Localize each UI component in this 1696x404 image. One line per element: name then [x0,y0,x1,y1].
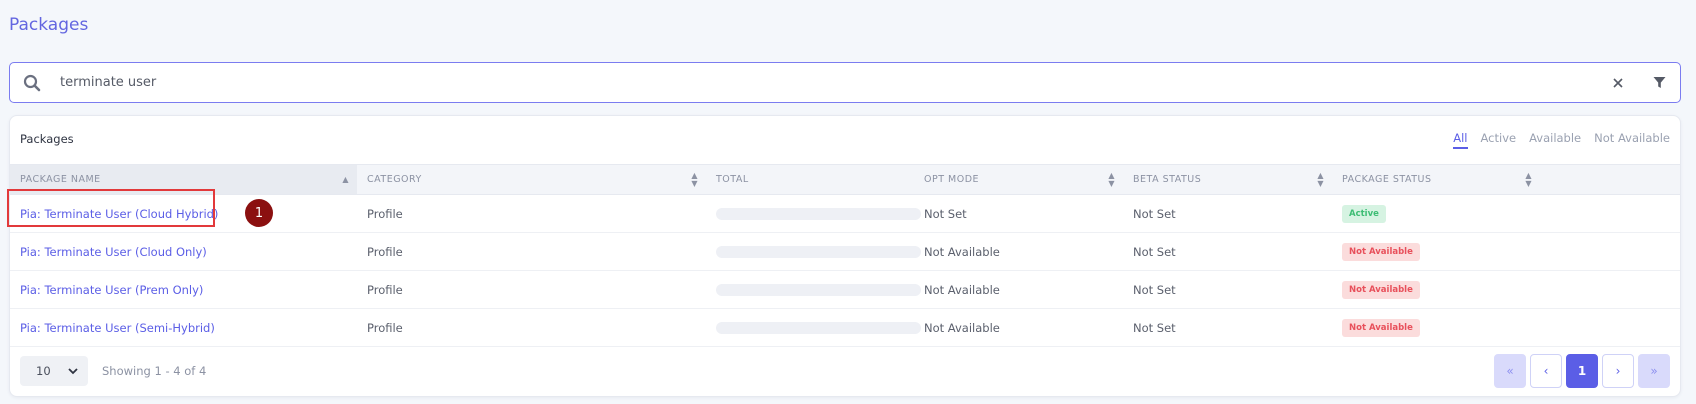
status-tabs: All Active Available Not Available [1453,131,1670,149]
total-progress-bar [716,245,921,258]
total-progress-bar [716,207,921,220]
category-cell: Profile [367,282,403,297]
next-page-button[interactable]: › [1602,354,1634,388]
total-cell [706,195,921,232]
table-footer: 10 Showing 1 - 4 of 4 « ‹ 1 › » [10,346,1680,396]
step-marker: 1 [245,199,273,227]
package-status-cell: Active [1332,195,1386,232]
beta-status-cell: Not Set [1133,282,1176,297]
beta-status-cell: Not Set [1133,320,1176,335]
package-status-cell: Not Available [1332,271,1420,308]
sort-icon: ▲ ▼ [1525,170,1532,188]
package-status-cell: Not Available [1332,309,1420,346]
total-cell [706,309,921,346]
tab-all[interactable]: All [1453,131,1468,149]
packages-card: Packages All Active Available Not Availa… [7,115,1681,397]
table-row: Pia: Terminate User (Semi-Hybrid) Profil… [10,309,1680,347]
filter-button[interactable] [1638,63,1680,102]
first-page-button[interactable]: « [1494,354,1526,388]
showing-count: Showing 1 - 4 of 4 [102,364,207,378]
search-icon [10,63,54,102]
package-name-link[interactable]: Pia: Terminate User (Semi-Hybrid) [10,309,215,346]
status-badge: Not Available [1342,318,1420,337]
sort-icon: ▲ ▼ [1108,170,1115,188]
sort-icon: ▲ ▼ [1317,170,1324,188]
tab-not-available[interactable]: Not Available [1594,131,1670,149]
total-cell [706,233,921,270]
total-progress-bar [716,283,921,296]
total-cell [706,271,921,308]
clear-search-button[interactable] [1598,63,1638,102]
page-title: Packages [9,15,89,35]
opt-mode-cell: Not Available [924,282,1000,297]
column-header-opt-mode[interactable]: OPT MODE ▲ ▼ [914,165,1123,194]
beta-status-cell: Not Set [1133,244,1176,259]
status-badge: Active [1342,204,1386,223]
pagination: « ‹ 1 › » [1494,354,1670,388]
tab-available[interactable]: Available [1529,131,1581,149]
category-cell: Profile [367,244,403,259]
table-row: Pia: Terminate User (Cloud Only) Profile… [10,233,1680,271]
per-page-value: 10 [36,364,51,378]
opt-mode-cell: Not Available [924,244,1000,259]
column-header-package-name[interactable]: PACKAGE NAME ▲ [10,165,357,194]
column-header-label: OPT MODE [924,174,980,185]
search-bar [9,62,1681,103]
opt-mode-cell: Not Available [924,320,1000,335]
column-header-label: PACKAGE STATUS [1342,174,1432,185]
beta-status-cell: Not Set [1133,206,1176,221]
sort-icon: ▲ ▼ [691,170,698,188]
package-name-link[interactable]: Pia: Terminate User (Prem Only) [10,271,203,308]
total-progress-bar [716,321,921,334]
category-cell: Profile [367,320,403,335]
per-page-select[interactable]: 10 [20,356,88,386]
table-header: PACKAGE NAME ▲ CATEGORY ▲ ▼ TOTAL OPT MOD… [10,164,1680,195]
column-header-category[interactable]: CATEGORY ▲ ▼ [357,165,706,194]
package-status-cell: Not Available [1332,233,1420,270]
page-button-current[interactable]: 1 [1566,354,1598,388]
sort-ascending-icon: ▲ [342,174,349,184]
column-header-total: TOTAL [706,165,914,194]
card-title: Packages [20,132,74,146]
filter-icon [1653,77,1665,88]
column-header-package-status[interactable]: PACKAGE STATUS ▲ ▼ [1332,165,1540,194]
previous-page-button[interactable]: ‹ [1530,354,1562,388]
column-header-label: TOTAL [716,174,749,185]
package-name-link[interactable]: Pia: Terminate User (Cloud Hybrid) [10,195,218,232]
status-badge: Not Available [1342,242,1420,261]
chevron-down-icon [68,367,78,374]
column-header-label: PACKAGE NAME [20,174,101,185]
close-icon [1613,77,1623,88]
status-badge: Not Available [1342,280,1420,299]
search-input[interactable] [54,63,1598,102]
last-page-button[interactable]: » [1638,354,1670,388]
table-row: Pia: Terminate User (Prem Only) Profile … [10,271,1680,309]
category-cell: Profile [367,206,403,221]
tab-active[interactable]: Active [1481,131,1517,149]
package-name-link[interactable]: Pia: Terminate User (Cloud Only) [10,233,207,270]
opt-mode-cell: Not Set [924,206,967,221]
column-header-label: CATEGORY [367,174,422,185]
column-header-label: BETA STATUS [1133,174,1202,185]
column-header-beta-status[interactable]: BETA STATUS ▲ ▼ [1123,165,1332,194]
